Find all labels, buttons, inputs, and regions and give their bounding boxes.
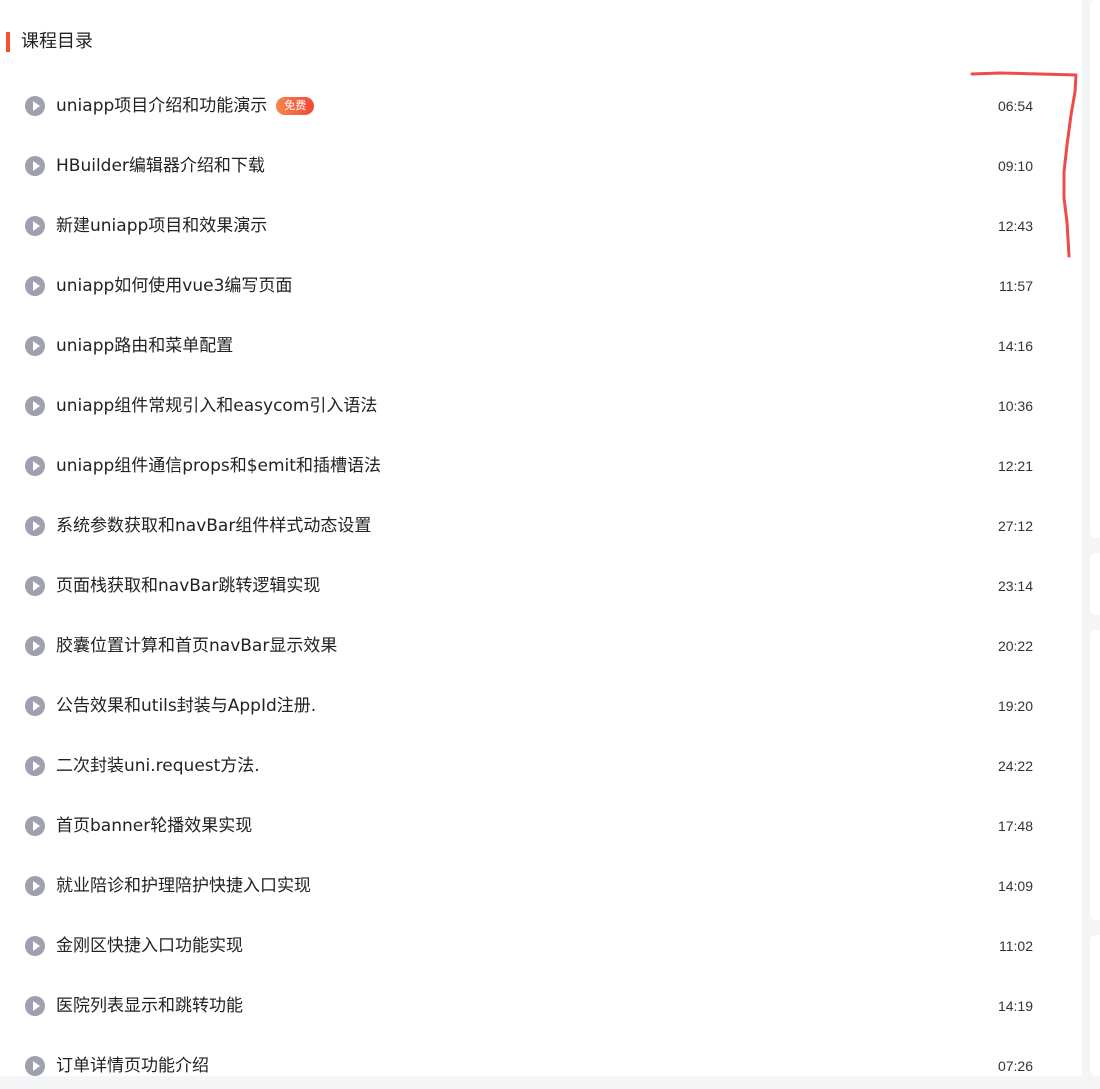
lesson-item[interactable]: HBuilder编辑器介绍和下载 09:10 [0,136,1082,196]
lesson-duration: 19:20 [997,698,1033,714]
lesson-item[interactable]: uniapp组件通信props和$emit和插槽语法 12:21 [0,436,1082,496]
side-card-middle [1090,553,1100,615]
lesson-title: 页面栈获取和navBar跳转逻辑实现 [56,573,320,599]
lesson-title-text: 就业陪诊和护理陪护快捷入口实现 [56,876,311,896]
lesson-title: uniapp组件常规引入和easycom引入语法 [56,393,377,419]
lesson-duration: 20:22 [997,638,1033,654]
lesson-item[interactable]: uniapp项目介绍和功能演示 免费 06:54 [0,76,1082,136]
play-circle-icon [25,96,45,116]
lesson-item[interactable]: uniapp如何使用vue3编写页面 11:57 [0,256,1082,316]
lesson-item[interactable]: 订单详情页功能介绍 07:26 [0,1036,1082,1076]
lesson-title: 系统参数获取和navBar组件样式动态设置 [56,513,371,539]
lesson-title-text: 公告效果和utils封装与AppId注册. [56,696,317,716]
lesson-title-text: uniapp组件通信props和$emit和插槽语法 [56,456,381,476]
lesson-duration: 12:43 [997,218,1033,234]
lesson-title: 新建uniapp项目和效果演示 [56,213,267,239]
lesson-title-text: HBuilder编辑器介绍和下载 [56,156,265,176]
play-circle-icon [25,396,45,416]
lesson-title: 二次封装uni.request方法. [56,753,260,779]
lesson-duration: 27:12 [997,518,1033,534]
play-circle-icon [25,876,45,896]
play-circle-icon [25,576,45,596]
lesson-title: 医院列表显示和跳转功能 [56,993,243,1019]
side-card-lower [1090,630,1100,920]
play-circle-icon [25,216,45,236]
lesson-title-text: uniapp如何使用vue3编写页面 [56,276,293,296]
lesson-duration: 06:54 [997,98,1033,114]
section-title: 课程目录 [21,31,93,52]
lesson-item[interactable]: uniapp组件常规引入和easycom引入语法 10:36 [0,376,1082,436]
play-circle-icon [25,276,45,296]
lesson-title: uniapp如何使用vue3编写页面 [56,273,292,299]
lesson-title-text: 二次封装uni.request方法. [56,756,260,776]
lesson-item[interactable]: 新建uniapp项目和效果演示 12:43 [0,196,1082,256]
lesson-item[interactable]: 胶囊位置计算和首页navBar显示效果 20:22 [0,616,1082,676]
course-catalog-panel: 课程目录 uniapp项目介绍和功能演示 免费 06:54 HBuilder编辑器介绍… [0,0,1082,1076]
section-accent-bar [6,32,10,52]
lesson-item[interactable]: 二次封装uni.request方法. 24:22 [0,736,1082,796]
lesson-title-text: 订单详情页功能介绍 [56,1056,209,1076]
lesson-item[interactable]: 页面栈获取和navBar跳转逻辑实现 23:14 [0,556,1082,616]
lesson-title: 公告效果和utils封装与AppId注册. [56,693,316,719]
lesson-title-text: uniapp项目介绍和功能演示 [56,96,268,116]
lesson-title-text: 页面栈获取和navBar跳转逻辑实现 [56,576,321,596]
play-circle-icon [25,636,45,656]
lesson-title: uniapp组件通信props和$emit和插槽语法 [56,453,381,479]
lesson-title: uniapp项目介绍和功能演示 免费 [56,93,315,119]
lesson-duration: 12:21 [997,458,1033,474]
lesson-title: uniapp路由和菜单配置 [56,333,233,359]
lesson-duration: 14:19 [997,998,1033,1014]
lesson-title-text: 金刚区快捷入口功能实现 [56,936,243,956]
section-header: 课程目录 [6,31,93,53]
lesson-item[interactable]: 金刚区快捷入口功能实现 11:02 [0,916,1082,976]
bottom-strip [0,1076,1100,1089]
lesson-duration: 17:48 [997,818,1033,834]
play-circle-icon [25,336,45,356]
lesson-title: HBuilder编辑器介绍和下载 [56,153,265,179]
lesson-title: 金刚区快捷入口功能实现 [56,933,243,959]
lesson-item[interactable]: 首页banner轮播效果实现 17:48 [0,796,1082,856]
lesson-title-text: 系统参数获取和navBar组件样式动态设置 [56,516,372,536]
lesson-list: uniapp项目介绍和功能演示 免费 06:54 HBuilder编辑器介绍和下载 09… [0,76,1082,1076]
play-circle-icon [25,156,45,176]
lesson-duration: 23:14 [997,578,1033,594]
play-circle-icon [25,816,45,836]
lesson-item[interactable]: 医院列表显示和跳转功能 14:19 [0,976,1082,1036]
lesson-title-text: uniapp路由和菜单配置 [56,336,234,356]
play-circle-icon [25,456,45,476]
free-badge: 免费 [276,97,315,115]
play-circle-icon [25,996,45,1016]
lesson-duration: 11:57 [999,278,1033,294]
play-circle-icon [25,1056,45,1076]
lesson-duration: 11:02 [999,938,1033,954]
play-circle-icon [25,936,45,956]
play-circle-icon [25,756,45,776]
lesson-duration: 24:22 [997,758,1033,774]
lesson-item[interactable]: 系统参数获取和navBar组件样式动态设置 27:12 [0,496,1082,556]
lesson-title: 首页banner轮播效果实现 [56,813,252,839]
lesson-title: 就业陪诊和护理陪护快捷入口实现 [56,873,311,899]
lesson-title: 胶囊位置计算和首页navBar显示效果 [56,633,337,659]
lesson-duration: 14:09 [997,878,1033,894]
side-card-bottom [1090,935,1100,1076]
lesson-title-text: uniapp组件常规引入和easycom引入语法 [56,396,378,416]
lesson-duration: 07:26 [997,1058,1033,1074]
lesson-duration: 14:16 [997,338,1033,354]
lesson-title-text: 胶囊位置计算和首页navBar显示效果 [56,636,338,656]
side-card-top [1090,0,1100,538]
lesson-title-text: 医院列表显示和跳转功能 [56,996,243,1016]
lesson-title-text: 首页banner轮播效果实现 [56,816,253,836]
lesson-title: 订单详情页功能介绍 [56,1053,209,1076]
lesson-item[interactable]: 就业陪诊和护理陪护快捷入口实现 14:09 [0,856,1082,916]
lesson-duration: 10:36 [997,398,1033,414]
lesson-item[interactable]: uniapp路由和菜单配置 14:16 [0,316,1082,376]
lesson-item[interactable]: 公告效果和utils封装与AppId注册. 19:20 [0,676,1082,736]
play-circle-icon [25,516,45,536]
lesson-title-text: 新建uniapp项目和效果演示 [56,216,268,236]
play-circle-icon [25,696,45,716]
lesson-duration: 09:10 [997,158,1033,174]
